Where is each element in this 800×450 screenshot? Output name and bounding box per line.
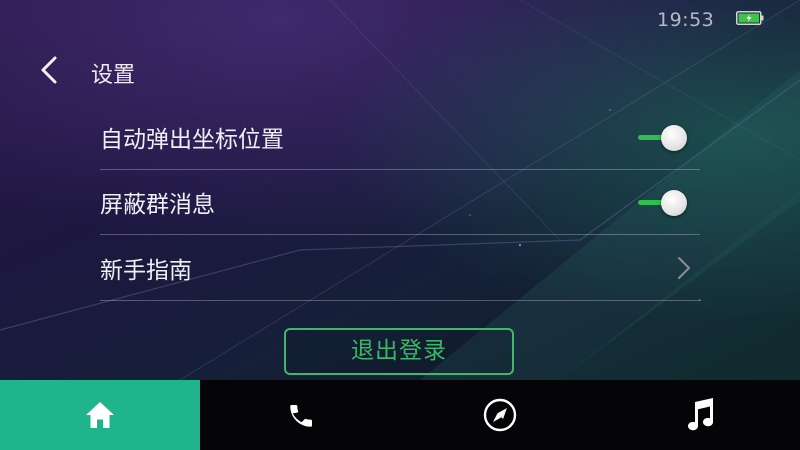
- toggle-knob: [661, 190, 687, 216]
- auto-popup-location-toggle[interactable]: [638, 124, 690, 152]
- home-icon: [86, 402, 114, 428]
- setting-label: 自动弹出坐标位置: [100, 127, 284, 153]
- chevron-right-icon: [678, 257, 690, 279]
- bottom-nav: [0, 380, 800, 450]
- nav-navigation[interactable]: [400, 380, 600, 450]
- toggle-knob: [661, 125, 687, 151]
- setting-row-beginner-guide[interactable]: 新手指南: [100, 235, 700, 301]
- nav-home[interactable]: [0, 380, 200, 450]
- setting-row-block-group-messages[interactable]: 屏蔽群消息: [100, 169, 700, 235]
- page-title: 设置: [91, 63, 136, 88]
- music-note-icon: [688, 398, 714, 431]
- phone-icon: [290, 405, 312, 427]
- setting-row-auto-popup-location[interactable]: 自动弹出坐标位置: [100, 104, 700, 170]
- battery-charging-icon: [736, 11, 764, 25]
- divider: [100, 300, 700, 301]
- nav-music[interactable]: [600, 380, 800, 450]
- nav-phone[interactable]: [200, 380, 400, 450]
- settings-screen: 19:53 设置 自动弹出坐标位置 屏蔽群消息 新手指南 退出登录: [0, 0, 800, 450]
- block-group-messages-toggle[interactable]: [638, 189, 690, 217]
- navigation-icon: [483, 398, 517, 432]
- setting-label: 新手指南: [100, 258, 192, 284]
- status-time: 19:53: [657, 9, 715, 31]
- chevron-left-icon: [41, 56, 57, 84]
- logout-button[interactable]: 退出登录: [284, 328, 514, 375]
- back-button[interactable]: [30, 50, 70, 90]
- setting-label: 屏蔽群消息: [100, 192, 215, 218]
